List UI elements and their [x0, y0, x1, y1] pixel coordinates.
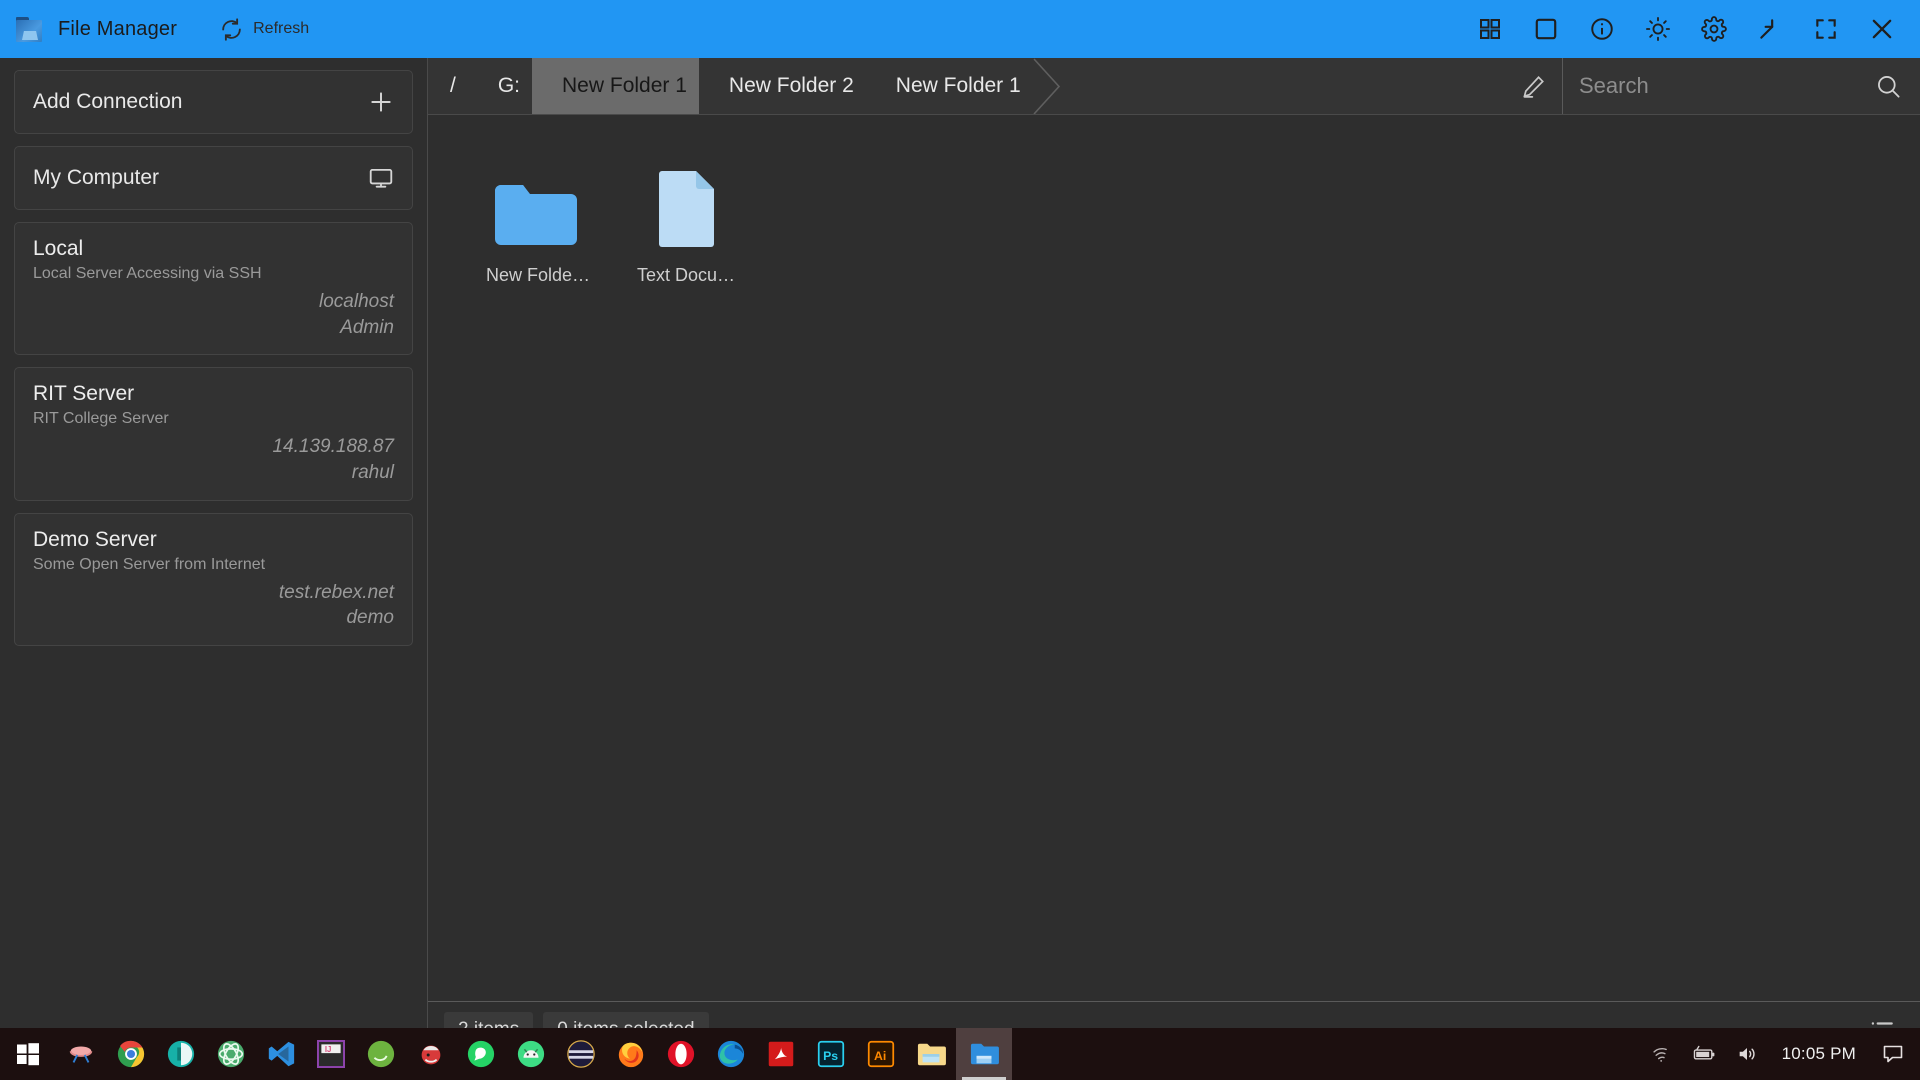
close-icon[interactable]	[1854, 0, 1910, 58]
titlebar-buttons	[1462, 0, 1920, 58]
taskbar-apps: IJ Ps Ai	[56, 1028, 1012, 1080]
taskbar-app-illustrator[interactable]: Ai	[856, 1028, 906, 1080]
breadcrumb-label: New Folder 2	[728, 74, 854, 97]
connection-card-local[interactable]: Local Local Server Accessing via SSH loc…	[14, 222, 413, 356]
connection-user: rahul	[351, 461, 394, 483]
sidebar-item-my-computer[interactable]: My Computer	[14, 146, 413, 210]
connection-name: RIT Server	[33, 382, 135, 406]
taskbar-app-file-explorer[interactable]	[906, 1028, 956, 1080]
file-grid[interactable]: New Folde… Text Docu…	[428, 115, 1920, 1001]
taskbar-app-file-manager[interactable]	[956, 1028, 1012, 1080]
connection-user: demo	[346, 607, 394, 629]
minimize-icon[interactable]	[1742, 0, 1798, 58]
connection-host: localhost	[319, 291, 394, 312]
breadcrumb-item-new-folder-1[interactable]: New Folder 1	[532, 58, 726, 114]
pencil-edit-icon[interactable]	[1504, 58, 1562, 114]
taskbar-app-dark-disc[interactable]	[556, 1028, 606, 1080]
file-name: Text Docu…	[636, 265, 736, 285]
windows-start-icon[interactable]	[0, 1028, 56, 1080]
sidebar: Add Connection My Computer Local Local S	[0, 58, 428, 1058]
taskbar-app-android-studio[interactable]	[506, 1028, 556, 1080]
document-icon	[655, 161, 717, 249]
breadcrumb-bar: / G: New Folder 1 New Folder 2 New Folde…	[428, 58, 1920, 115]
brightness-icon[interactable]	[1630, 0, 1686, 58]
plus-icon	[368, 89, 394, 115]
connection-card-rit-server[interactable]: RIT Server RIT College Server 14.139.188…	[14, 367, 413, 501]
refresh-button[interactable]: Refresh	[219, 17, 309, 42]
windows-taskbar: IJ Ps Ai 10:05 PM	[0, 1028, 1920, 1080]
breadcrumb-label: New Folder 1	[562, 74, 687, 97]
breadcrumb-item-new-folder-1-nested[interactable]: New Folder 1	[865, 58, 1060, 114]
info-icon[interactable]	[1574, 0, 1630, 58]
my-computer-label: My Computer	[33, 166, 160, 189]
svg-text:IJ: IJ	[325, 1045, 332, 1054]
taskbar-app-spring[interactable]	[356, 1028, 406, 1080]
connection-name: Demo Server	[33, 527, 157, 551]
taskbar-app-teal-disc[interactable]	[156, 1028, 206, 1080]
connection-user: Admin	[340, 316, 394, 338]
add-connection-button[interactable]: Add Connection	[14, 70, 413, 134]
svg-text:Ps: Ps	[823, 1049, 838, 1063]
taskbar-app-photoshop[interactable]: Ps	[806, 1028, 856, 1080]
system-tray: 10:05 PM	[1642, 1028, 1920, 1080]
file-item-folder[interactable]: New Folde…	[464, 151, 612, 296]
taskbar-app-opera[interactable]	[656, 1028, 706, 1080]
volume-icon[interactable]	[1726, 1028, 1768, 1080]
grid-view-icon[interactable]	[1462, 0, 1518, 58]
breadcrumb-label: New Folder 1	[895, 74, 1021, 97]
folder-icon	[491, 161, 585, 249]
svg-text:Ai: Ai	[874, 1049, 886, 1063]
file-manager-app-icon	[14, 15, 44, 43]
connection-card-demo-server[interactable]: Demo Server Some Open Server from Intern…	[14, 512, 413, 646]
monitor-icon	[368, 165, 394, 191]
breadcrumb-label: G:	[497, 74, 521, 97]
search-input[interactable]	[1579, 73, 1875, 99]
titlebar: File Manager Refresh	[0, 0, 1920, 58]
app-title: File Manager	[58, 17, 178, 40]
add-connection-label: Add Connection	[33, 90, 183, 113]
taskbar-clock[interactable]: 10:05 PM	[1768, 1044, 1870, 1064]
taskbar-app-edge[interactable]	[706, 1028, 756, 1080]
connection-description: Local Server Accessing via SSH	[33, 265, 262, 282]
taskbar-app-santa[interactable]	[406, 1028, 456, 1080]
window-body: Add Connection My Computer Local Local S	[0, 58, 1920, 1058]
taskbar-app-acrobat[interactable]	[756, 1028, 806, 1080]
refresh-icon	[219, 17, 244, 42]
file-manager-window: File Manager Refresh Add Connection My C…	[0, 0, 1920, 1058]
connection-description: RIT College Server	[33, 410, 169, 428]
connection-host: 14.139.188.87	[272, 436, 394, 458]
fullscreen-icon[interactable]	[1798, 0, 1854, 58]
taskbar-app-intellij[interactable]: IJ	[306, 1028, 356, 1080]
breadcrumb: / G: New Folder 1 New Folder 2 New Folde…	[428, 58, 1504, 114]
square-icon[interactable]	[1518, 0, 1574, 58]
file-item-document[interactable]: Text Docu…	[612, 151, 760, 296]
taskbar-app-whatsapp[interactable]	[456, 1028, 506, 1080]
connection-host: test.rebex.net	[278, 581, 394, 603]
main-panel: / G: New Folder 1 New Folder 2 New Folde…	[428, 58, 1920, 1058]
taskbar-app-snipping-tool[interactable]	[56, 1028, 106, 1080]
battery-charging-icon[interactable]	[1682, 1028, 1726, 1080]
taskbar-app-chrome[interactable]	[106, 1028, 156, 1080]
search-icon[interactable]	[1875, 73, 1902, 100]
taskbar-app-vscode[interactable]	[256, 1028, 306, 1080]
breadcrumb-item-new-folder-2[interactable]: New Folder 2	[698, 58, 893, 114]
wifi-icon[interactable]	[1642, 1028, 1682, 1080]
taskbar-app-firefox[interactable]	[606, 1028, 656, 1080]
notification-icon[interactable]	[1870, 1028, 1916, 1080]
file-name: New Folde…	[485, 265, 591, 285]
taskbar-app-atom[interactable]	[206, 1028, 256, 1080]
refresh-label: Refresh	[253, 20, 310, 37]
connection-name: Local	[33, 237, 84, 260]
breadcrumb-label: /	[450, 74, 456, 97]
search-box[interactable]	[1562, 58, 1920, 114]
gear-icon[interactable]	[1686, 0, 1742, 58]
connection-description: Some Open Server from Internet	[33, 555, 266, 573]
